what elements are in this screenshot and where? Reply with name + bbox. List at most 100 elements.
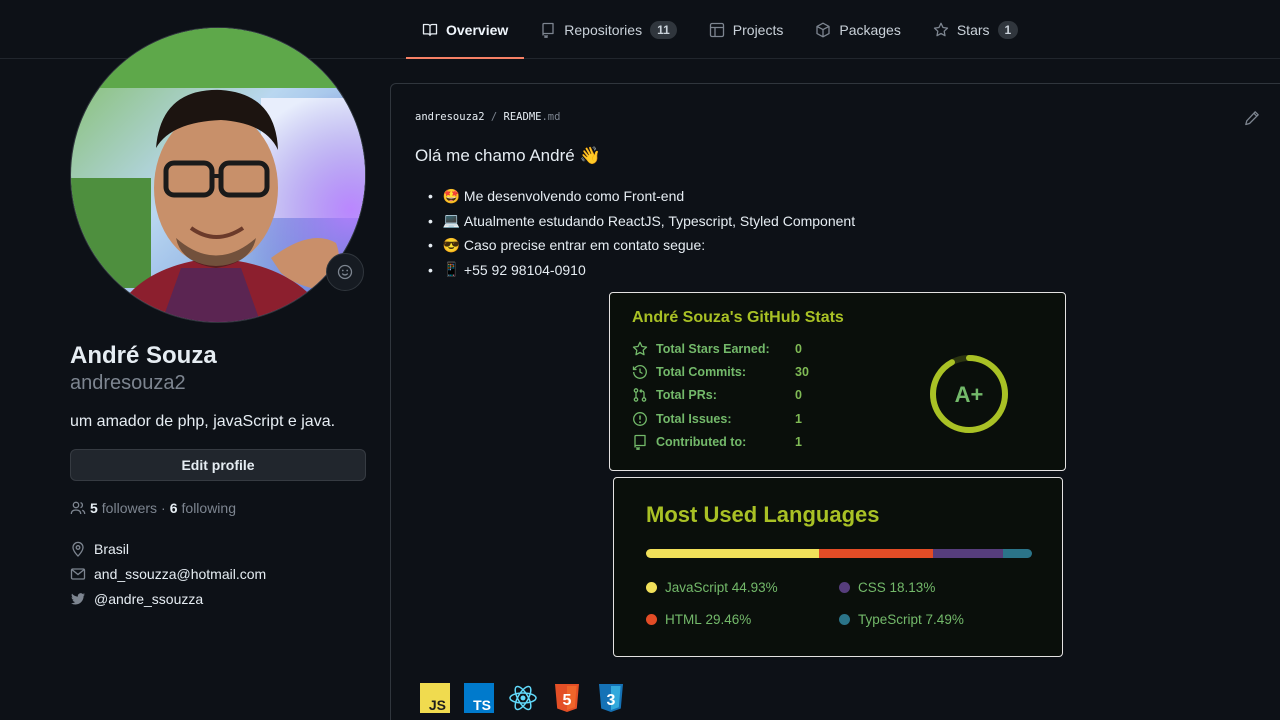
table-icon [709, 22, 724, 37]
list-item: 😎Caso precise entrar em contato segue: [428, 233, 855, 258]
laptop-emoji: 💻 [442, 212, 461, 229]
book-icon [422, 23, 438, 36]
smiley-icon [337, 264, 353, 280]
profile-email[interactable]: and_ssouzza@hotmail.com [70, 566, 266, 582]
email-text: and_ssouzza@hotmail.com [94, 566, 267, 582]
language-name: CSS [858, 580, 886, 595]
followers-count: 5 [90, 500, 98, 516]
stat-row-commits: Total Commits: 30 [632, 364, 809, 380]
stat-value: 30 [795, 365, 809, 379]
tab-packages[interactable]: Packages [799, 0, 916, 59]
avatar-container [70, 27, 366, 323]
stat-row-contributed: Contributed to: 1 [632, 434, 802, 450]
tab-repositories[interactable]: Repositories 11 [524, 0, 693, 59]
tab-list: Overview Repositories 11 Projects Packag… [406, 0, 1034, 59]
list-item: 🤩Me desenvolvendo como Front-end [428, 184, 855, 209]
following-label: following [181, 500, 236, 516]
pull-request-icon [633, 388, 647, 402]
repositories-count-badge: 11 [650, 20, 677, 39]
language-name: JavaScript [665, 580, 729, 595]
language-name: HTML [665, 612, 702, 627]
package-icon [816, 22, 831, 37]
tab-overview-label: Overview [446, 21, 509, 38]
sunglasses-emoji: 😎 [442, 236, 461, 253]
stat-value: 0 [795, 342, 802, 356]
list-item-text: +55 92 98104-0910 [463, 261, 586, 278]
language-bar-segment [1003, 549, 1032, 558]
stat-label: Total PRs: [656, 388, 717, 402]
pencil-icon [1245, 111, 1259, 126]
waving-hand-emoji: 👋 [579, 146, 601, 165]
readme-path-file[interactable]: README.md [504, 111, 561, 123]
language-color-dot [839, 614, 850, 625]
profile-username: andresouza2 [70, 372, 186, 394]
readme-path-separator: / [490, 111, 498, 123]
tab-packages-label: Packages [839, 21, 901, 38]
stat-value: 1 [795, 435, 802, 449]
tab-stars-label: Stars [956, 21, 990, 38]
grade-ring: A+ [930, 355, 1008, 433]
star-icon [632, 341, 648, 356]
tab-overview[interactable]: Overview [406, 0, 525, 59]
location-icon [72, 541, 84, 557]
phone-emoji: 📱 [442, 261, 461, 278]
language-percent: 29.46% [705, 612, 752, 627]
language-color-dot [646, 614, 657, 625]
language-item-javascript: JavaScript 44.93% [646, 580, 778, 595]
profile-full-name: André Souza [70, 342, 217, 369]
people-icon [70, 501, 86, 515]
css3-icon-label: 3 [607, 692, 616, 709]
stat-label: Total Issues: [656, 412, 732, 426]
typescript-icon: TS [464, 683, 494, 713]
avatar[interactable] [70, 27, 366, 323]
stat-row-issues: Total Issues: 1 [632, 411, 802, 427]
language-percent: 7.49% [925, 612, 964, 627]
languages-card[interactable]: Most Used Languages JavaScript 44.93% HT… [613, 477, 1063, 657]
language-percent: 44.93% [731, 580, 778, 595]
followers-label: followers [101, 500, 158, 516]
set-status-button[interactable] [326, 253, 364, 291]
profile-twitter[interactable]: @andre_ssouzza [70, 591, 203, 607]
readme-heading: Olá me chamo André 👋 [415, 146, 601, 166]
stat-row-stars: Total Stars Earned: 0 [632, 341, 802, 357]
javascript-icon: JS [420, 683, 450, 713]
stats-title: André Souza's GitHub Stats [632, 309, 844, 326]
stat-value: 0 [795, 388, 802, 402]
star-icon [933, 22, 948, 36]
mail-icon [70, 568, 86, 580]
readme-path: andresouza2 / README.md [415, 111, 560, 123]
stat-row-prs: Total PRs: 0 [632, 387, 802, 403]
tab-projects[interactable]: Projects [693, 0, 800, 59]
language-bar-segment [646, 549, 820, 558]
languages-title: Most Used Languages [646, 502, 880, 527]
readme-path-user[interactable]: andresouza2 [415, 111, 485, 123]
following-count: 6 [169, 500, 178, 516]
edit-readme-button[interactable] [1244, 110, 1260, 131]
list-item: 📱+55 92 98104-0910 [428, 258, 855, 283]
profile-bio: um amador de php, javaScript e java. [70, 413, 336, 430]
followers-link[interactable]: 5 followers [90, 500, 157, 516]
languages-progress-bar [646, 549, 1032, 558]
list-item-text: Me desenvolvendo como Front-end [463, 188, 685, 205]
react-icon [508, 683, 538, 713]
javascript-icon-label: JS [429, 697, 446, 713]
readme-file-ext: .md [541, 111, 561, 123]
tech-icons-row: JS TS 5 3 [420, 683, 640, 713]
tab-stars[interactable]: Stars 1 [917, 0, 1034, 59]
language-item-html: HTML 29.46% [646, 612, 751, 627]
language-percent: 18.13% [889, 580, 936, 595]
star-struck-emoji: 🤩 [442, 187, 461, 204]
following-link[interactable]: 6 following [170, 500, 236, 516]
language-name: TypeScript [858, 612, 922, 627]
css3-icon: 3 [596, 683, 626, 713]
issue-icon [633, 412, 647, 426]
edit-profile-button[interactable]: Edit profile [70, 449, 366, 481]
tab-projects-label: Projects [732, 21, 784, 38]
follow-stats: 5 followers · 6 following [70, 500, 236, 516]
stat-value: 1 [795, 412, 802, 426]
language-color-dot [839, 582, 850, 593]
github-stats-card[interactable]: André Souza's GitHub Stats Total Stars E… [609, 292, 1066, 471]
language-bar-segment [819, 549, 934, 558]
twitter-icon [71, 593, 85, 605]
grade-text: A+ [955, 382, 984, 407]
